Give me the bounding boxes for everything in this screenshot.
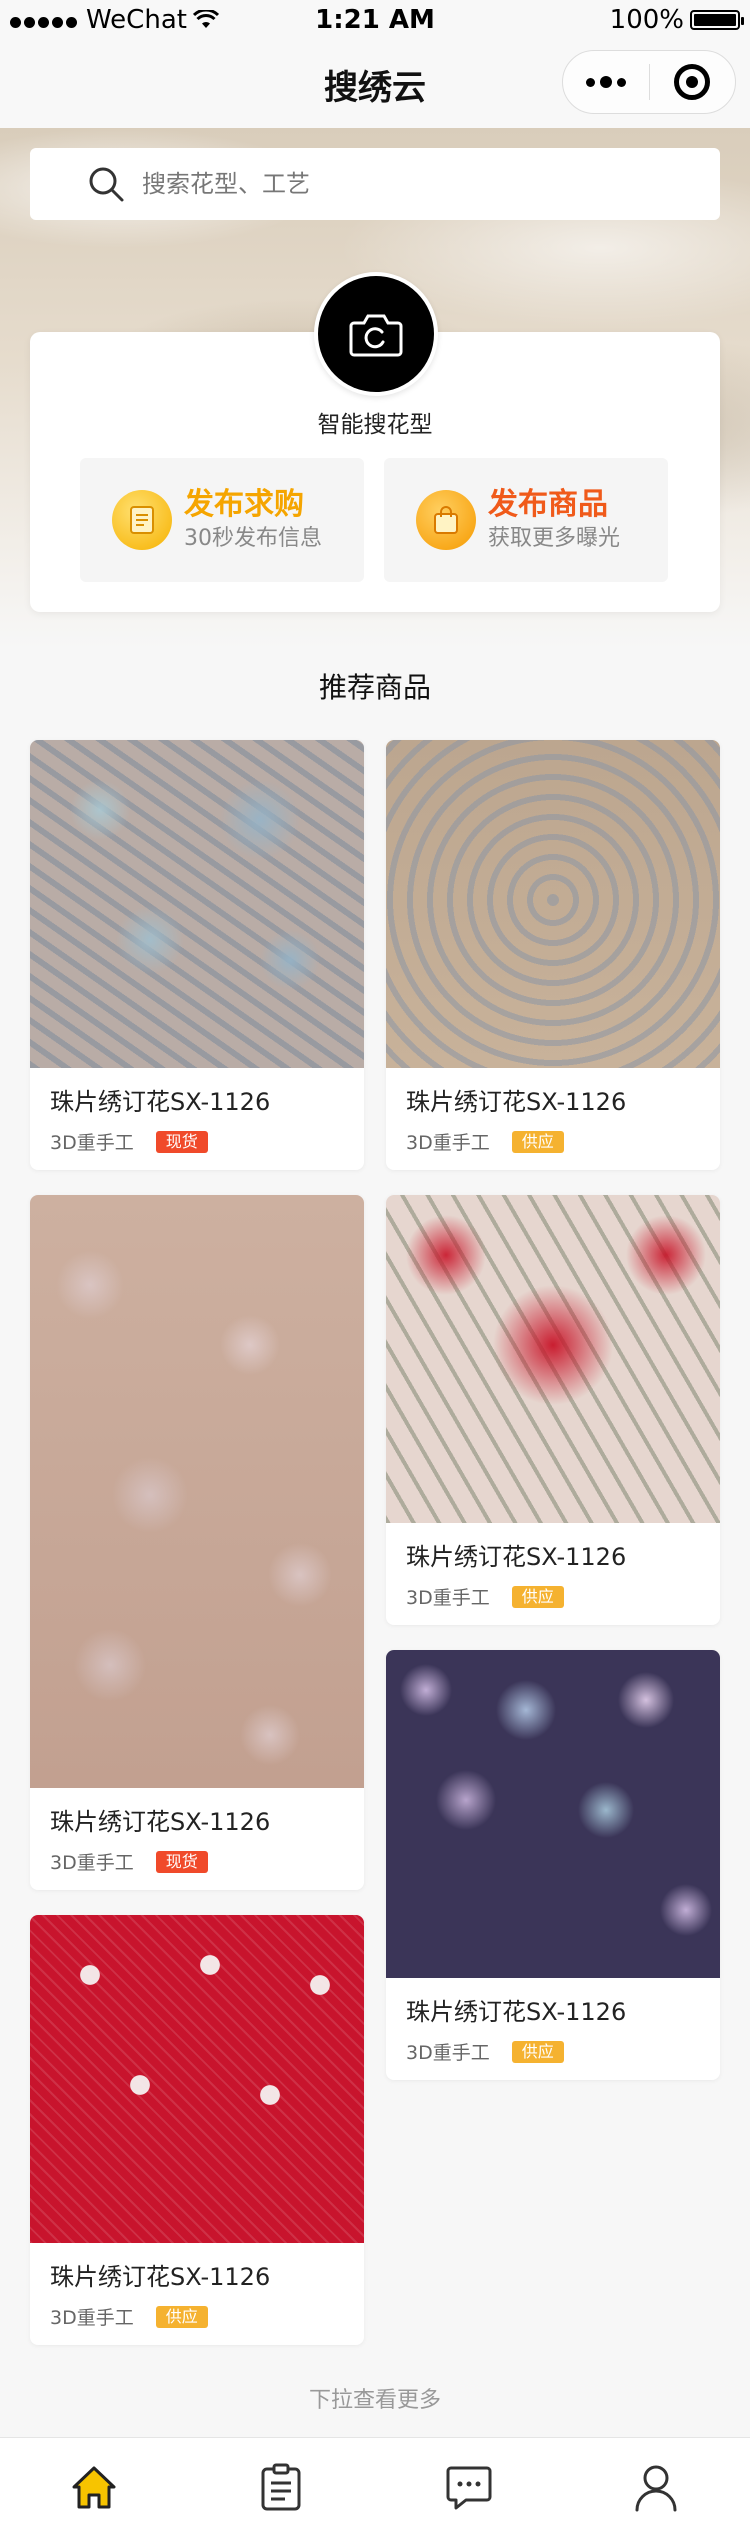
- product-image: [386, 1195, 720, 1523]
- message-icon: [446, 2466, 492, 2509]
- post-purchase-button[interactable]: 发布求购 30秒发布信息: [80, 458, 364, 582]
- search-input[interactable]: [142, 170, 642, 198]
- smart-search-label: 智能搜花型: [317, 412, 433, 438]
- product-card[interactable]: 珠片绣订花SX-1126 3D重手工 供应: [386, 1650, 720, 2080]
- product-spec: 3D重手工: [50, 1852, 134, 1874]
- battery-info: 100%: [609, 5, 744, 35]
- clipboard-icon: [261, 2463, 301, 2510]
- post-purchase-title: 发布求购: [184, 487, 304, 522]
- product-name: 珠片绣订花SX-1126: [406, 1998, 627, 2026]
- battery-percent: 100%: [609, 5, 684, 35]
- search-icon: [89, 167, 124, 202]
- user-icon: [635, 2465, 677, 2511]
- product-name: 珠片绣订花SX-1126: [406, 1543, 627, 1571]
- status-badge: 现货: [155, 1850, 208, 1873]
- tab-orders[interactable]: [188, 2438, 376, 2537]
- home-icon: [72, 2466, 116, 2508]
- product-name: 珠片绣订花SX-1126: [50, 2263, 271, 2291]
- post-product-title: 发布商品: [488, 487, 608, 522]
- camera-icon: [349, 314, 403, 357]
- nav-bar: 搜绣云: [0, 40, 750, 128]
- status-badge: 供应: [511, 2040, 564, 2063]
- mini-program-capsule: [562, 50, 736, 114]
- post-product-button[interactable]: 发布商品 获取更多曝光: [384, 458, 668, 582]
- post-purchase-subtitle: 30秒发布信息: [184, 526, 322, 551]
- tab-messages[interactable]: [375, 2438, 563, 2537]
- smart-search-camera-button[interactable]: [314, 272, 438, 396]
- product-image: [30, 1195, 364, 1788]
- product-name: 珠片绣订花SX-1126: [406, 1088, 627, 1116]
- product-spec: 3D重手工: [50, 2307, 134, 2329]
- post-product-subtitle: 获取更多曝光: [488, 526, 621, 551]
- product-image: [30, 1915, 364, 2243]
- product-name: 珠片绣订花SX-1126: [50, 1808, 271, 1836]
- tab-home[interactable]: [0, 2438, 188, 2537]
- close-mini-program-icon[interactable]: [650, 64, 736, 100]
- battery-icon: [690, 10, 744, 30]
- status-badge: 现货: [155, 1130, 208, 1153]
- search-bar[interactable]: [30, 148, 720, 220]
- more-menu-icon[interactable]: [563, 76, 649, 88]
- product-spec: 3D重手工: [406, 1132, 490, 1154]
- section-title: 推荐商品: [318, 671, 431, 704]
- product-spec: 3D重手工: [406, 2042, 490, 2064]
- product-image: [30, 740, 364, 1068]
- product-card[interactable]: 珠片绣订花SX-1126 3D重手工 供应: [386, 1195, 720, 1625]
- product-spec: 3D重手工: [406, 1587, 490, 1609]
- product-card[interactable]: 珠片绣订花SX-1126 3D重手工 现货: [30, 740, 364, 1170]
- shopping-bag-icon: [416, 490, 476, 550]
- product-image: [386, 1650, 720, 1978]
- tab-bar: [0, 2437, 750, 2537]
- product-image: [386, 740, 720, 1068]
- load-more-hint: 下拉查看更多: [308, 2388, 441, 2413]
- product-card[interactable]: 珠片绣订花SX-1126 3D重手工 供应: [386, 740, 720, 1170]
- product-card[interactable]: 珠片绣订花SX-1126 3D重手工 供应: [30, 1915, 364, 2345]
- tab-profile[interactable]: [563, 2438, 750, 2537]
- product-name: 珠片绣订花SX-1126: [50, 1088, 271, 1116]
- document-icon: [112, 490, 172, 550]
- product-spec: 3D重手工: [50, 1132, 134, 1154]
- status-badge: 供应: [511, 1585, 564, 1608]
- status-badge: 供应: [155, 2305, 208, 2328]
- status-bar: WeChat 1:21 AM 100%: [0, 0, 750, 40]
- status-badge: 供应: [511, 1130, 564, 1153]
- product-card[interactable]: 珠片绣订花SX-1126 3D重手工 现货: [30, 1195, 364, 1890]
- page-title: 搜绣云: [324, 67, 426, 108]
